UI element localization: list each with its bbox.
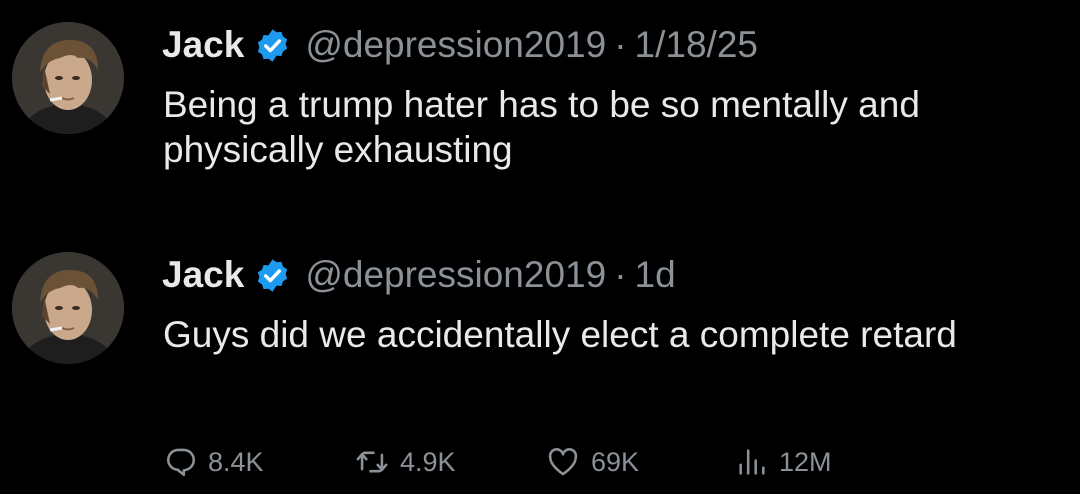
views-button[interactable]: 12M	[735, 440, 832, 484]
avatar[interactable]	[12, 22, 124, 134]
avatar[interactable]	[12, 252, 124, 364]
timestamp[interactable]: 1d	[635, 254, 676, 296]
separator-dot: ·	[614, 254, 627, 295]
author-handle[interactable]: @depression2019	[305, 24, 606, 66]
retweet-icon	[356, 451, 388, 473]
author-name[interactable]: Jack	[162, 254, 244, 296]
views-icon	[739, 449, 765, 475]
views-count: 12M	[779, 446, 832, 477]
tweet-header: Jack @depression2019 · 1d	[162, 252, 676, 298]
like-icon	[548, 448, 578, 476]
reply-count: 8.4K	[208, 446, 264, 477]
reply-button[interactable]: 8.4K	[164, 440, 264, 484]
reply-icon	[166, 448, 196, 477]
tweet-text: Being a trump hater has to be so mentall…	[163, 84, 920, 170]
separator-dot: ·	[614, 24, 627, 65]
verified-badge-icon	[254, 257, 291, 294]
tweet-header: Jack @depression2019 · 1/18/25	[162, 22, 758, 68]
author-name[interactable]: Jack	[162, 24, 244, 66]
author-handle[interactable]: @depression2019	[305, 254, 606, 296]
retweet-count: 4.9K	[400, 446, 456, 477]
tweet-text: Guys did we accidentally elect a complet…	[163, 314, 957, 355]
like-count: 69K	[591, 446, 640, 477]
like-button[interactable]: 69K	[545, 440, 639, 484]
tweet-action-bar: 8.4K 4.9K 69K 12M	[0, 440, 1080, 484]
verified-badge-icon	[254, 27, 291, 64]
retweet-button[interactable]: 4.9K	[354, 440, 456, 484]
timestamp[interactable]: 1/18/25	[635, 24, 758, 66]
